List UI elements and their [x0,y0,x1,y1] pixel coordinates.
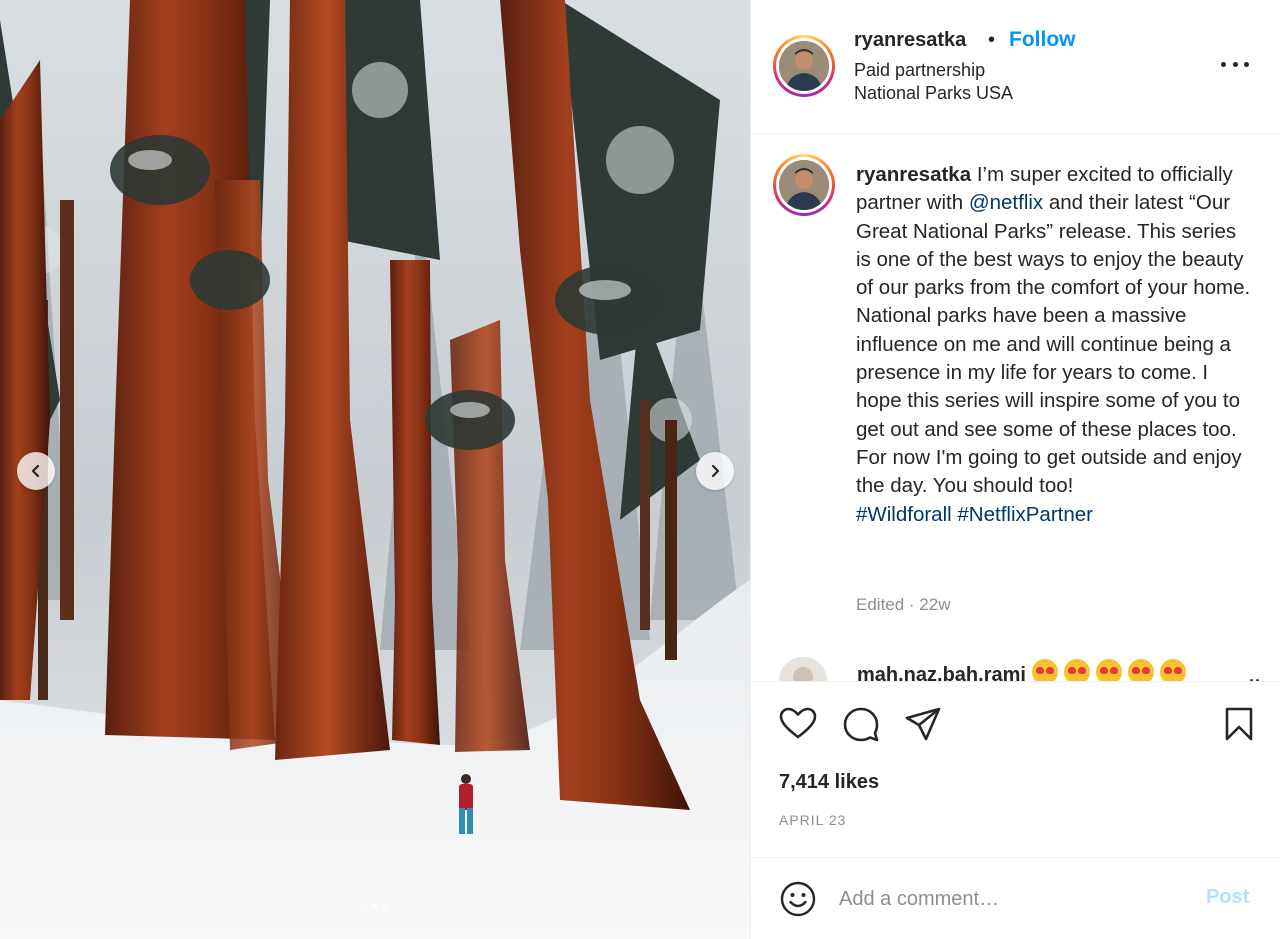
more-dot-icon [1221,61,1226,67]
chevron-right-icon [711,464,720,478]
avatar-photo [779,41,829,91]
emoji-picker-button[interactable] [778,879,818,919]
more-dot-icon [1244,61,1249,67]
likes-count[interactable]: 7,414 likes [779,771,879,794]
save-button[interactable] [1219,704,1259,744]
comment-button[interactable] [841,704,881,744]
carousel-dot [382,904,388,910]
like-button[interactable] [778,704,818,744]
caption-author-avatar[interactable] [773,154,835,216]
edited-timestamp: Edited · 22w [856,595,951,614]
heart-eyes-emoji-icon [1159,659,1186,681]
comment-input[interactable] [839,882,1169,916]
paid-partnership-label[interactable]: Paid partnership [854,60,985,81]
carousel-dot [362,904,368,910]
post-comment-button[interactable]: Post [1206,886,1249,909]
hashtag-links[interactable]: #Wildforall #NetflixPartner [856,503,1093,526]
more-dot-icon [1232,61,1238,67]
author-username[interactable]: ryanresatka [854,29,966,52]
avatar-photo [779,657,827,681]
post-caption: ryanresatka I’m super excited to officia… [856,161,1256,529]
commenter-username[interactable]: mah.naz.bah.rami [857,659,1186,681]
author-avatar[interactable] [773,35,835,97]
add-comment-bar: Post [751,857,1280,939]
caption-username[interactable]: ryanresatka [856,163,971,186]
smiley-icon [780,881,816,917]
comment-bubble-icon [843,707,879,742]
chevron-left-icon [31,464,40,478]
more-options-button[interactable] [1221,54,1249,74]
avatar-photo [779,160,829,210]
post-photo[interactable] [0,0,750,939]
caption-text: and their latest “Our Great National Par… [856,191,1251,498]
heart-eyes-emoji-icon [1031,659,1058,681]
post-side-panel: ryanresatka • Follow Paid partnership Na… [750,0,1280,939]
post-header: ryanresatka • Follow Paid partnership Na… [751,0,1280,134]
carousel-dot-active [372,904,378,910]
mention-link[interactable]: @netflix [969,191,1043,214]
commenter-username-text: mah.naz.bah.rami [857,664,1026,681]
follow-button[interactable]: Follow [1009,28,1076,52]
separator-dot: • [988,29,996,51]
commenter-avatar[interactable] [779,657,827,681]
heart-icon [779,707,817,739]
paper-plane-icon [905,707,941,741]
heart-eyes-emoji-icon [1095,659,1122,681]
comments-scroll-area[interactable]: ryanresatka I’m super excited to officia… [751,135,1280,681]
carousel-indicator [0,904,750,910]
next-slide-button[interactable] [696,452,734,490]
heart-eyes-emoji-icon [1127,659,1154,681]
comment-item: mah.naz.bah.rami ·· [779,657,1261,681]
share-button[interactable] [903,704,943,744]
previous-slide-button[interactable] [17,452,55,490]
location-link[interactable]: National Parks USA [854,83,1013,104]
heart-eyes-emoji-icon [1063,659,1090,681]
bookmark-icon [1225,707,1253,741]
post-actions: 7,414 likes APRIL 23 [751,681,1280,857]
post-date: APRIL 23 [779,812,847,828]
comment-more-icon[interactable]: ·· [1249,671,1261,681]
sequoia-forest-image [0,0,750,939]
